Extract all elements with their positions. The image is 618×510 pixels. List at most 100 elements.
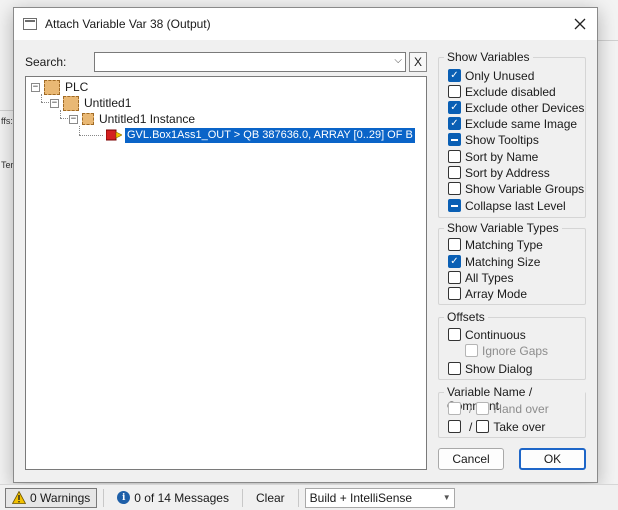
build-filter-value: Build + IntelliSense	[309, 490, 413, 505]
tree-node-label: Untitled1 Instance	[99, 112, 196, 126]
option-hand-over: / Hand over	[448, 401, 549, 416]
chevron-down-icon[interactable]: ▼	[440, 493, 454, 502]
offsets-group: Offsets Continuous Ignore Gaps Show Dial…	[438, 310, 586, 380]
show-variables-group: Show Variables ✓ Only Unused Exclude disa…	[438, 50, 586, 218]
dialog-titlebar: Attach Variable Var 38 (Output)	[14, 8, 597, 40]
collapse-toggle[interactable]: −	[50, 98, 59, 108]
toolbar-separator	[241, 488, 243, 507]
background-fragment-offs: ffs:	[1, 116, 13, 126]
checkbox-disabled	[465, 344, 478, 357]
tree-node-label: PLC	[65, 80, 89, 94]
tree-node-plc[interactable]: − PLC	[31, 79, 88, 95]
option-label: Matching Size	[465, 254, 541, 269]
checkbox-disabled	[476, 402, 490, 415]
option-all-types[interactable]: All Types	[448, 270, 513, 285]
tree-connector	[79, 126, 80, 135]
checkbox-indeterminate[interactable]	[448, 133, 461, 146]
variable-name-comment-group: Variable Name / Comment / Hand over / Ta…	[438, 385, 586, 438]
close-icon	[574, 18, 586, 30]
option-show-dialog[interactable]: Show Dialog	[448, 361, 532, 376]
search-combobox[interactable]: ⌵	[94, 52, 406, 72]
option-label: Take over	[493, 419, 546, 434]
option-array-mode[interactable]: Array Mode	[448, 286, 527, 301]
checkbox[interactable]	[448, 328, 461, 341]
option-only-unused[interactable]: ✓ Only Unused	[448, 68, 534, 83]
separator-slash: /	[469, 401, 473, 416]
warnings-label: 0 Warnings	[30, 490, 91, 505]
option-label: Matching Type	[465, 237, 543, 252]
tree-node-untitled1-instance[interactable]: − Untitled1 Instance	[69, 111, 195, 127]
checkbox[interactable]	[448, 420, 461, 433]
attach-variable-dialog: Attach Variable Var 38 (Output) Search: …	[13, 7, 598, 483]
option-matching-type[interactable]: Matching Type	[448, 237, 543, 252]
option-exclude-same-image[interactable]: ✓ Exclude same Image	[448, 116, 577, 131]
output-variable-icon	[105, 129, 123, 141]
dialog-title: Attach Variable Var 38 (Output)	[45, 17, 211, 31]
tree-node-untitled1[interactable]: − Untitled1	[50, 95, 131, 111]
checkbox[interactable]	[448, 238, 461, 251]
toolbar-separator	[297, 488, 299, 507]
chevron-down-icon[interactable]: ⌵	[394, 55, 402, 66]
checkbox-indeterminate[interactable]	[448, 199, 461, 212]
clear-label: Clear	[255, 490, 285, 505]
option-label: All Types	[465, 270, 514, 285]
option-label: Ignore Gaps	[482, 343, 549, 358]
toolbar-separator	[103, 488, 105, 507]
option-label: Collapse last Level	[465, 198, 566, 213]
checkbox[interactable]	[448, 182, 461, 195]
checkbox-checked[interactable]: ✓	[448, 117, 461, 130]
search-input[interactable]	[95, 53, 385, 71]
checkbox[interactable]	[448, 271, 461, 284]
clear-button[interactable]: Clear	[249, 488, 292, 508]
messages-filter-button[interactable]: i 0 of 14 Messages	[110, 488, 236, 508]
build-filter-dropdown[interactable]: Build + IntelliSense ▼	[304, 487, 455, 508]
checkbox[interactable]	[476, 420, 490, 433]
checkbox-checked[interactable]: ✓	[448, 69, 461, 82]
close-button[interactable]	[563, 8, 597, 40]
tree-connector	[60, 110, 61, 118]
option-show-variable-groups[interactable]: Show Variable Groups	[448, 181, 584, 196]
ok-button[interactable]: OK	[519, 448, 586, 470]
option-exclude-other-devices[interactable]: ✓ Exclude other Devices	[448, 100, 584, 115]
option-sort-by-address[interactable]: Sort by Address	[448, 165, 550, 180]
option-label: Array Mode	[465, 286, 528, 301]
option-label: Sort by Address	[465, 165, 550, 180]
checkbox[interactable]	[448, 85, 461, 98]
variable-tree[interactable]: − PLC − Untitled1 − Untitled1 Instance G…	[25, 76, 427, 470]
group-title: Show Variables	[444, 50, 533, 64]
option-take-over[interactable]: / Take over	[448, 419, 545, 434]
tree-connector	[79, 135, 103, 136]
collapse-toggle[interactable]: −	[31, 82, 40, 92]
window-icon	[23, 18, 37, 30]
checkbox[interactable]	[448, 287, 461, 300]
checkbox[interactable]	[448, 166, 461, 179]
option-label: Sort by Name	[465, 149, 539, 164]
tree-node-label-selected: GVL.Box1Ass1_OUT > QB 387636.0, ARRAY [0…	[125, 127, 415, 143]
clear-search-button[interactable]: X	[409, 52, 427, 72]
separator-slash: /	[469, 419, 473, 434]
checkbox-disabled	[448, 402, 461, 415]
tree-node-variable[interactable]: GVL.Box1Ass1_OUT > QB 387636.0, ARRAY [0…	[105, 127, 415, 143]
option-label: Exclude same Image	[465, 116, 578, 131]
option-exclude-disabled[interactable]: Exclude disabled	[448, 84, 556, 99]
warnings-filter-button[interactable]: 0 Warnings	[5, 487, 98, 508]
tree-connector	[41, 94, 42, 102]
background-divider	[0, 110, 13, 111]
instance-icon	[82, 113, 94, 125]
option-label: Show Dialog	[465, 361, 533, 376]
cancel-button[interactable]: Cancel	[438, 448, 504, 470]
checkbox-checked[interactable]: ✓	[448, 255, 461, 268]
option-sort-by-name[interactable]: Sort by Name	[448, 149, 538, 164]
option-continuous[interactable]: Continuous	[448, 327, 526, 342]
checkbox[interactable]	[448, 362, 461, 375]
option-matching-size[interactable]: ✓ Matching Size	[448, 254, 540, 269]
option-label: Show Tooltips	[465, 132, 539, 147]
checkbox-checked[interactable]: ✓	[448, 101, 461, 114]
info-icon: i	[117, 491, 131, 504]
option-label: Continuous	[465, 327, 526, 342]
option-show-tooltips[interactable]: Show Tooltips	[448, 132, 539, 147]
checkbox[interactable]	[448, 150, 461, 163]
show-variable-types-group: Show Variable Types Matching Type ✓ Match…	[438, 221, 586, 305]
option-collapse-last-level[interactable]: Collapse last Level	[448, 198, 566, 213]
collapse-toggle[interactable]: −	[69, 114, 78, 124]
